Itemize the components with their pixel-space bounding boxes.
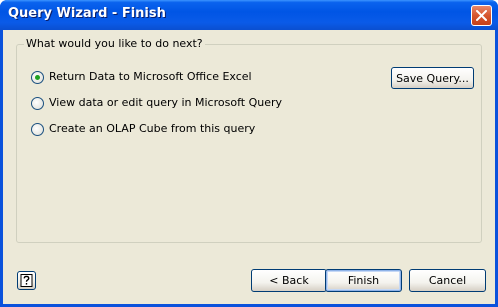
window-title: Query Wizard - Finish [8, 6, 166, 21]
title-bar[interactable]: Query Wizard - Finish [0, 0, 498, 30]
dialog-body: What would you like to do next? Return D… [3, 30, 495, 304]
back-button[interactable]: < Back [251, 269, 327, 292]
query-wizard-window: Query Wizard - Finish What would you lik… [0, 0, 498, 307]
save-query-button[interactable]: Save Query... [391, 67, 474, 89]
group-legend: What would you like to do next? [24, 37, 205, 50]
close-button[interactable] [471, 5, 492, 26]
help-icon [20, 274, 33, 287]
radio-olap-cube[interactable] [31, 123, 44, 136]
radio-selected-dot [35, 75, 40, 80]
radio-view-edit-query[interactable] [31, 97, 44, 110]
option-return-data-label[interactable]: Return Data to Microsoft Office Excel [49, 70, 252, 83]
option-view-edit-query-label[interactable]: View data or edit query in Microsoft Que… [49, 96, 282, 109]
next-step-group: What would you like to do next? Return D… [16, 37, 482, 243]
option-olap-cube-label[interactable]: Create an OLAP Cube from this query [49, 122, 255, 135]
close-icon [476, 10, 487, 21]
help-button[interactable] [17, 271, 36, 290]
radio-return-data[interactable] [31, 71, 44, 84]
cancel-button[interactable]: Cancel [409, 269, 486, 292]
finish-button[interactable]: Finish [325, 269, 402, 292]
